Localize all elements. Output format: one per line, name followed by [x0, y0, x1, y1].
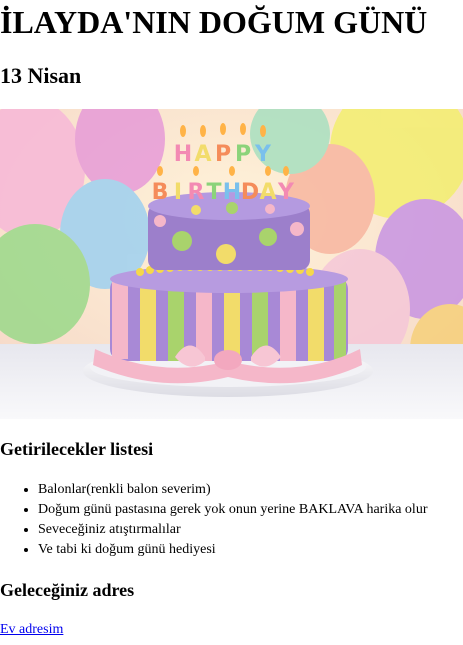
svg-text:H: H — [174, 142, 192, 167]
svg-text:Y: Y — [277, 180, 295, 205]
svg-text:P: P — [235, 142, 251, 167]
event-date: 13 Nisan — [0, 63, 82, 88]
list-item: Seveceğiniz atıştırmalılar — [38, 520, 427, 540]
svg-text:P: P — [215, 142, 231, 167]
svg-text:I: I — [174, 180, 182, 205]
svg-text:B: B — [152, 180, 169, 205]
list-item: Doğum günü pastasına gerek yok onun yeri… — [38, 500, 427, 520]
address-heading: Geleceğiniz adres — [0, 580, 135, 600]
birthday-cake-image: H A P P Y B I R T H D A Y — [0, 109, 463, 419]
birthday-cake-illustration: H A P P Y B I R T H D A Y — [0, 109, 463, 419]
svg-text:T: T — [206, 180, 221, 205]
svg-text:A: A — [194, 142, 211, 167]
svg-text:Y: Y — [254, 142, 272, 167]
list-item: Balonlar(renkli balon severim) — [38, 480, 427, 500]
bring-list: Balonlar(renkli balon severim) Doğum gün… — [0, 480, 427, 560]
list-heading: Getirilecekler listesi — [0, 439, 154, 459]
svg-text:R: R — [188, 180, 205, 205]
svg-text:H: H — [223, 180, 241, 205]
svg-text:A: A — [259, 180, 276, 205]
page-title: İLAYDA'NIN DOĞUM GÜNÜ — [0, 4, 428, 40]
home-address-link[interactable]: Ev adresim — [0, 621, 63, 639]
svg-text:D: D — [241, 180, 259, 205]
list-item: Ve tabi ki doğum günü hediyesi — [38, 540, 427, 560]
